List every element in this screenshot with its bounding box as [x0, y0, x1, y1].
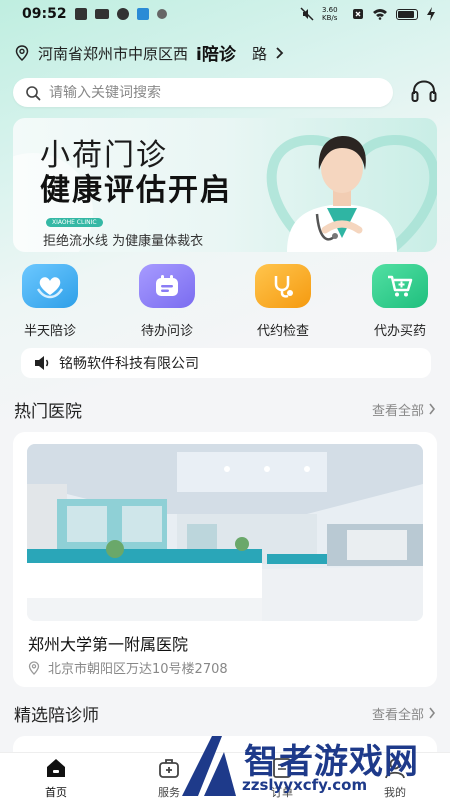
view-all-hospitals-link[interactable]: 查看全部 [372, 400, 436, 419]
banner-slogan: 拒绝流水线 为健康量体裁衣 [43, 234, 204, 249]
sim-icon [353, 9, 363, 19]
hospital-photo [27, 444, 423, 621]
announcement-bar[interactable]: 铭畅软件科技有限公司 [21, 348, 431, 378]
quick-menu-label: 待办问诊 [140, 324, 193, 339]
escorts-header: 精选陪诊师 查看全部 [14, 701, 436, 726]
view-all-label: 查看全部 [371, 707, 424, 723]
quick-menu-label: 半天陪诊 [23, 324, 76, 339]
location-pin-icon [28, 660, 40, 675]
hospital-address-text: 北京市朝阳区万达10号楼2708 [48, 662, 228, 677]
notification-icon [74, 8, 87, 20]
section-title: 精选陪诊师 [14, 705, 99, 726]
quick-menu: 半天陪诊 待办问诊 代约检查 代办买药 [0, 264, 450, 340]
quick-menu-item-book-exam[interactable]: 代约检查 [243, 264, 323, 339]
chevron-right-icon [429, 403, 436, 415]
watermark-url: zzslyyxcfy.com [242, 776, 368, 794]
quick-menu-label: 代办买药 [373, 324, 426, 339]
tab-label: 首页 [45, 786, 67, 799]
battery-icon [396, 8, 418, 20]
chevron-right-icon [429, 707, 436, 719]
view-all-escorts-link[interactable]: 查看全部 [372, 704, 436, 723]
tab-home[interactable]: 首页 [16, 757, 96, 800]
view-all-label: 查看全部 [371, 403, 424, 419]
mute-icon [300, 7, 314, 21]
cart-icon [372, 264, 428, 308]
status-bar: 09:52 3.60 KB/s [0, 0, 450, 28]
announcement-text: 铭畅软件科技有限公司 [59, 356, 199, 372]
stethoscope-icon [255, 264, 311, 308]
status-time: 09:52 [22, 6, 67, 22]
location-text-tail: 路 [252, 44, 268, 63]
charging-icon [427, 7, 435, 21]
quick-menu-item-buy-medicine[interactable]: 代办买药 [360, 264, 440, 339]
telegram-icon [136, 8, 149, 20]
clipboard-icon [139, 264, 195, 308]
quick-menu-label: 代约检查 [256, 324, 309, 339]
quick-menu-item-consultation[interactable]: 待办问诊 [127, 264, 207, 339]
wifi-icon [373, 9, 387, 20]
banner-line2: 健康评估开启 [40, 173, 232, 208]
watermark: 智者游戏网 zzslyyxcfy.com [174, 730, 450, 800]
hospital-name: 郑州大学第一附属医院 [28, 635, 189, 654]
banner-tag: XIAOHE CLINIC [46, 218, 103, 227]
doctor-illustration [287, 136, 397, 252]
watermark-logo [182, 736, 236, 796]
notification-icon [156, 9, 167, 19]
location-text: 河南省郑州市中原区西 [38, 44, 189, 63]
notification-icon [116, 8, 129, 20]
speaker-icon [35, 356, 49, 370]
hot-hospitals-header: 热门医院 查看全部 [14, 397, 436, 422]
hospital-card[interactable]: 郑州大学第一附属医院 北京市朝阳区万达10号楼2708 [13, 432, 437, 687]
search-input[interactable] [49, 84, 369, 101]
customer-service-icon[interactable] [410, 79, 438, 105]
network-speed: 3.60 KB/s [322, 6, 338, 22]
search-bar[interactable] [13, 78, 393, 107]
location-pin-icon [15, 45, 29, 61]
promo-banner[interactable]: 小荷门诊 健康评估开启 XIAOHE CLINIC 拒绝流水线 为健康量体裁衣 [13, 118, 437, 252]
notification-icon [94, 9, 109, 19]
quick-menu-item-half-day-escort[interactable]: 半天陪诊 [10, 264, 90, 339]
heart-hands-icon [22, 264, 78, 308]
search-icon [26, 85, 41, 100]
home-icon [47, 759, 65, 777]
page-title: i陪诊 [196, 45, 236, 65]
hospital-address: 北京市朝阳区万达10号楼2708 [28, 658, 228, 677]
chevron-right-icon [276, 47, 284, 59]
location-selector[interactable]: 河南省郑州市中原区西 路 [14, 40, 314, 66]
section-title: 热门医院 [14, 401, 82, 422]
